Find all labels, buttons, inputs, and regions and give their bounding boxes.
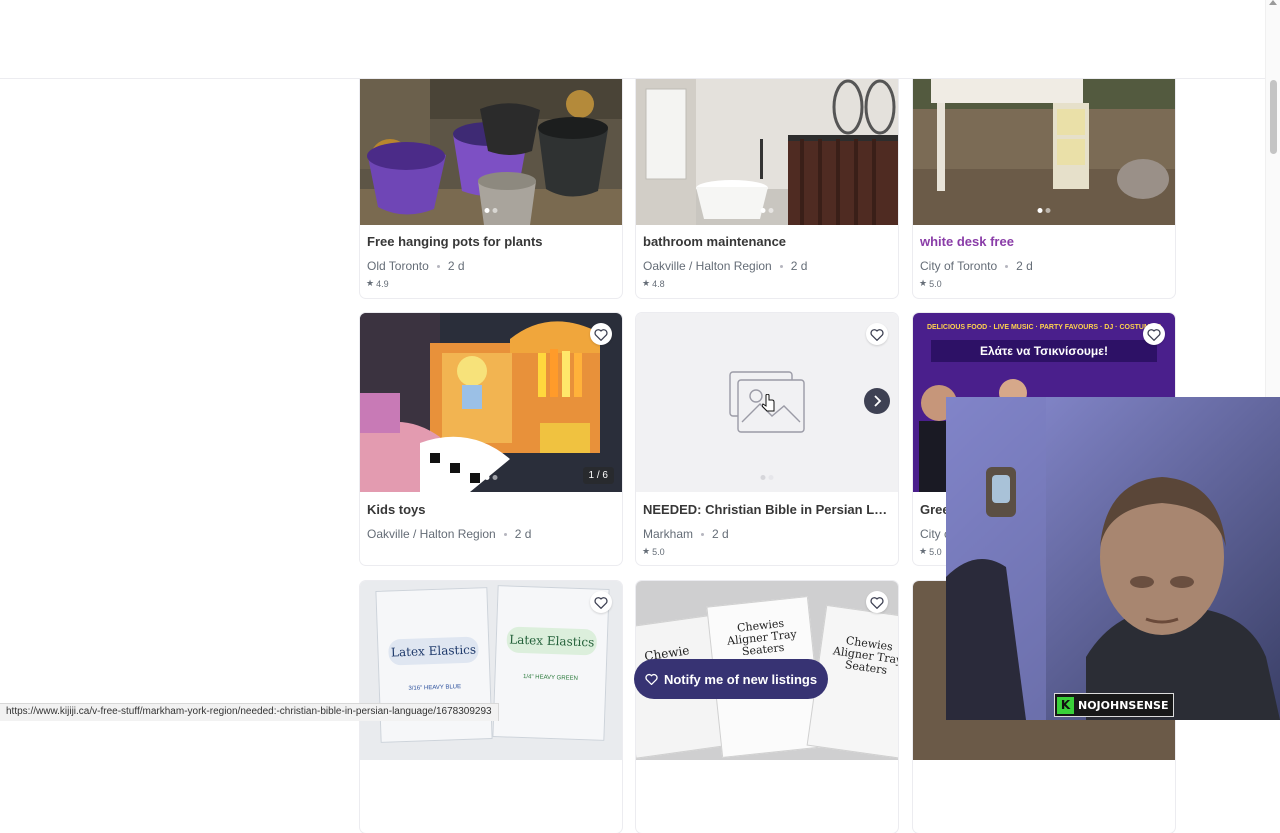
listing-title[interactable]: Free hanging pots for plants [367, 234, 617, 249]
listing-location: Old Toronto [367, 259, 429, 273]
listing-photo[interactable]: Latex Elastics 3/16" HEAVY BLUE Latex El… [360, 581, 622, 760]
listing-card[interactable]: bathroom maintenance Oakville / Halton R… [636, 79, 898, 298]
listing-photo[interactable] [636, 313, 898, 492]
listing-meta: City of Toronto 2 d [920, 259, 1033, 273]
listing-rating: ★ 5.0 [919, 278, 942, 289]
listing-photo[interactable] [913, 79, 1175, 225]
streamer-logo: K [1057, 696, 1074, 714]
chevron-right-icon[interactable] [872, 395, 882, 407]
star-icon: ★ [919, 546, 928, 556]
listing-age: 2 d [1016, 259, 1033, 273]
listing-location: Oakville / Halton Region [367, 527, 496, 541]
star-icon: ★ [642, 546, 651, 556]
listing-age: 2 d [514, 527, 532, 541]
listing-rating: ★ 5.0 [919, 546, 942, 557]
star-icon: ★ [642, 278, 651, 288]
listing-photo[interactable] [636, 79, 898, 225]
listing-card[interactable]: 1 / 6 Kids toys Oakville / Halton Region… [360, 313, 622, 565]
heart-icon[interactable] [1147, 328, 1161, 341]
heart-icon[interactable] [870, 328, 884, 341]
favourite-button[interactable] [1143, 323, 1165, 345]
pack-label: Latex Elastics [388, 636, 479, 666]
listing-meta: Oakville / Halton Region 2 d [643, 259, 807, 273]
notify-label: Notify me of new listings [663, 671, 818, 687]
listing-title[interactable]: Kids toys [367, 502, 617, 517]
star-icon: ★ [919, 278, 928, 288]
listing-photo[interactable]: 1 / 6 [360, 313, 622, 492]
listing-photo[interactable] [360, 79, 622, 225]
listing-location: Oakville / Halton Region [643, 259, 772, 273]
scroll-up-icon[interactable] [1269, 0, 1277, 5]
link-status-bar: https://www.kijiji.ca/v-free-stuff/markh… [0, 703, 499, 721]
listing-card[interactable]: Free hanging pots for plants Old Toronto… [360, 79, 622, 298]
listing-card[interactable]: NEEDED: Christian Bible in Persian Lang.… [636, 313, 898, 565]
heart-icon[interactable] [594, 596, 608, 609]
cursor-icon [762, 394, 775, 412]
photo-counter: 1 / 6 [582, 467, 614, 484]
favourite-button[interactable] [590, 591, 612, 613]
listing-meta: Markham 2 d [643, 527, 729, 541]
streamer-badge: K NOJOHNSENSE [1054, 693, 1174, 717]
listing-card[interactable]: Chewie Chewies Aligner Tray Seaters Chew… [636, 581, 898, 833]
listing-location: Markham [643, 527, 694, 541]
listing-age: 2 d [712, 527, 729, 541]
pack-sublabel: 1/4" HEAVY GREEN [522, 674, 579, 682]
next-photo-button[interactable] [864, 388, 890, 414]
listing-card[interactable]: white desk free City of Toronto 2 d ★ 5.… [913, 79, 1175, 298]
streamer-name: NOJOHNSENSE [1078, 698, 1169, 712]
scroll-thumb[interactable] [1270, 80, 1277, 154]
listing-meta: Oakville / Halton Region 2 d [367, 527, 531, 541]
star-icon: ★ [366, 278, 375, 288]
favourite-button[interactable] [590, 323, 612, 345]
pack-label: Latex Elastics [506, 626, 598, 656]
listing-title[interactable]: white desk free [920, 234, 1170, 249]
listing-rating: ★ 4.8 [642, 278, 665, 289]
listing-title[interactable]: NEEDED: Christian Bible in Persian Lang.… [643, 502, 893, 517]
listing-meta: Old Toronto 2 d [367, 259, 465, 273]
listing-title[interactable]: bathroom maintenance [643, 234, 893, 249]
listing-location: City of Toronto [920, 259, 998, 273]
favourite-button[interactable] [866, 591, 888, 613]
heart-icon[interactable] [870, 596, 884, 609]
heart-icon[interactable] [594, 328, 608, 341]
pack-sublabel: 3/16" HEAVY BLUE [408, 684, 462, 692]
listing-age: 2 d [447, 259, 465, 273]
listing-rating: ★ 4.9 [366, 278, 389, 289]
webcam-overlay [946, 397, 1280, 720]
notify-new-listings-button[interactable]: Notify me of new listings [634, 659, 828, 699]
heart-icon [645, 673, 658, 685]
listing-rating: ★ 5.0 [642, 546, 665, 557]
favourite-button[interactable] [866, 323, 888, 345]
listing-age: 2 d [790, 259, 808, 273]
site-header [0, 0, 1266, 79]
